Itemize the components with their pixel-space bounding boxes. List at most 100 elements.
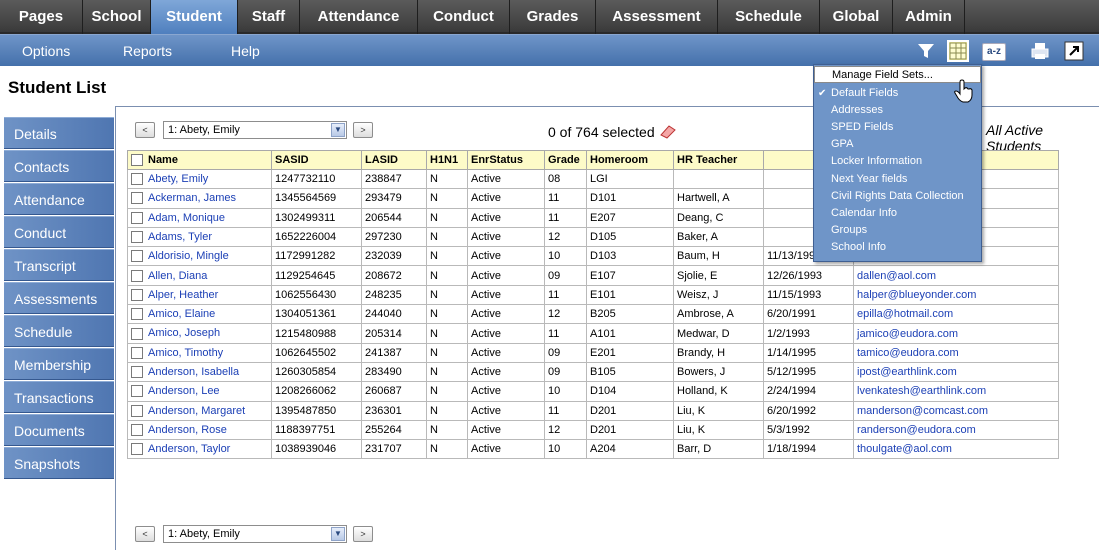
row-checkbox[interactable] [131, 366, 143, 379]
cell-email[interactable]: thoulgate@aol.com [853, 439, 1059, 460]
col-header-enrstatus[interactable]: EnrStatus [467, 150, 545, 170]
sidenav-item-membership[interactable]: Membership [4, 348, 114, 380]
cell-email[interactable]: halper@blueyonder.com [853, 284, 1059, 306]
tab-schedule[interactable]: Schedule [718, 0, 820, 34]
row-checkbox[interactable] [131, 269, 143, 282]
col-header-sasid[interactable]: SASID [271, 150, 362, 170]
chevron-down-icon[interactable]: ▼ [331, 123, 345, 137]
table-row[interactable]: Anderson, Rose 1188397751 255264 N Active 12 D… [127, 419, 1059, 441]
cell-email[interactable]: jamico@eudora.com [853, 323, 1059, 344]
row-checkbox[interactable] [131, 327, 143, 340]
col-header-hr-teacher[interactable]: HR Teacher [673, 150, 764, 170]
tab-global[interactable]: Global [820, 0, 893, 34]
tab-grades[interactable]: Grades [510, 0, 596, 34]
student-name-link[interactable]: Amico, Elaine [148, 308, 215, 320]
col-header-name[interactable]: Name [127, 150, 272, 170]
student-name-link[interactable]: Anderson, Margaret [148, 405, 245, 417]
cell-name[interactable]: Amico, Timothy [127, 342, 272, 363]
record-select-bottom[interactable]: 1: Abety, Emily ▼ [163, 525, 347, 543]
col-header-lasid[interactable]: LASID [361, 150, 427, 170]
popout-icon[interactable] [1063, 40, 1085, 62]
student-name-link[interactable]: Anderson, Taylor [148, 443, 230, 455]
menu-item-calendar-info[interactable]: Calendar Info [814, 205, 981, 222]
student-name-link[interactable]: Abety, Emily [148, 173, 208, 185]
row-checkbox[interactable] [131, 250, 143, 263]
prev-record-button-bottom[interactable]: < [135, 526, 155, 542]
menu-item-next-year-fields[interactable]: Next Year fields [814, 171, 981, 188]
table-row[interactable]: Alper, Heather 1062556430 248235 N Active 11 E… [127, 284, 1059, 306]
student-name-link[interactable]: Amico, Timothy [148, 347, 223, 359]
grid-icon[interactable] [947, 40, 969, 62]
cell-name[interactable]: Anderson, Taylor [127, 439, 272, 460]
cell-name[interactable]: Anderson, Lee [127, 381, 272, 402]
cell-email[interactable]: tamico@eudora.com [853, 342, 1059, 363]
sidenav-item-schedule[interactable]: Schedule [4, 315, 114, 347]
row-checkbox[interactable] [131, 404, 143, 417]
student-name-link[interactable]: Anderson, Isabella [148, 366, 239, 378]
cell-email[interactable]: ipost@earthlink.com [853, 361, 1059, 383]
sidenav-item-contacts[interactable]: Contacts [4, 150, 114, 182]
col-header-grade[interactable]: Grade [544, 150, 587, 170]
cell-name[interactable]: Adams, Tyler [127, 226, 272, 248]
eraser-icon[interactable] [659, 125, 677, 139]
student-name-link[interactable]: Anderson, Rose [148, 424, 227, 436]
sidenav-item-transactions[interactable]: Transactions [4, 381, 114, 413]
table-row[interactable]: Amico, Elaine 1304051361 244040 N Active 12 B2… [127, 304, 1059, 325]
record-select[interactable]: 1: Abety, Emily ▼ [163, 121, 347, 139]
col-header-h1n1[interactable]: H1N1 [426, 150, 468, 170]
menu-help[interactable]: Help [231, 35, 260, 67]
cell-name[interactable]: Allen, Diana [127, 265, 272, 286]
cell-name[interactable]: Amico, Joseph [127, 323, 272, 344]
tab-assessment[interactable]: Assessment [596, 0, 718, 34]
row-checkbox[interactable] [131, 173, 143, 186]
cell-name[interactable]: Anderson, Rose [127, 419, 272, 441]
cell-name[interactable]: Amico, Elaine [127, 304, 272, 325]
row-checkbox[interactable] [131, 192, 143, 205]
row-checkbox[interactable] [131, 211, 143, 224]
cell-email[interactable]: manderson@comcast.com [853, 400, 1059, 421]
tab-staff[interactable]: Staff [238, 0, 300, 34]
menu-item-sped-fields[interactable]: SPED Fields [814, 119, 981, 136]
sidenav-item-details[interactable]: Details [4, 117, 114, 149]
tab-pages[interactable]: Pages [0, 0, 83, 34]
menu-reports[interactable]: Reports [123, 35, 172, 67]
row-checkbox[interactable] [131, 346, 143, 359]
cell-name[interactable]: Ackerman, James [127, 188, 272, 209]
row-checkbox[interactable] [131, 443, 143, 456]
col-header-homeroom[interactable]: Homeroom [586, 150, 674, 170]
cell-email[interactable]: lvenkatesh@earthlink.com [853, 381, 1059, 402]
student-name-link[interactable]: Allen, Diana [148, 270, 207, 282]
select-all-checkbox[interactable] [131, 154, 143, 167]
student-name-link[interactable]: Adams, Tyler [148, 231, 212, 243]
menu-item-school-info[interactable]: School Info [814, 239, 981, 256]
cell-name[interactable]: Alper, Heather [127, 284, 272, 306]
filter-icon[interactable] [915, 40, 937, 62]
tab-conduct[interactable]: Conduct [418, 0, 510, 34]
tab-student[interactable]: Student [151, 0, 238, 34]
student-name-link[interactable]: Adam, Monique [148, 212, 225, 224]
menu-item-civil-rights[interactable]: Civil Rights Data Collection [814, 188, 981, 205]
student-name-link[interactable]: Alper, Heather [148, 289, 218, 301]
table-row[interactable]: Amico, Timothy 1062645502 241387 N Active 09 E… [127, 342, 1059, 363]
sidenav-item-assessments[interactable]: Assessments [4, 282, 114, 314]
student-name-link[interactable]: Ackerman, James [148, 192, 236, 204]
sidenav-item-snapshots[interactable]: Snapshots [4, 447, 114, 479]
menu-item-groups[interactable]: Groups [814, 222, 981, 239]
student-name-link[interactable]: Anderson, Lee [148, 385, 220, 397]
next-record-button[interactable]: > [353, 122, 373, 138]
menu-item-gpa[interactable]: GPA [814, 136, 981, 153]
row-checkbox[interactable] [131, 424, 143, 437]
table-row[interactable]: Anderson, Isabella 1260305854 283490 N Activ… [127, 361, 1059, 383]
sidenav-item-attendance[interactable]: Attendance [4, 183, 114, 215]
tab-attendance[interactable]: Attendance [300, 0, 418, 34]
cell-email[interactable]: dallen@aol.com [853, 265, 1059, 286]
cell-name[interactable]: Anderson, Margaret [127, 400, 272, 421]
print-icon[interactable] [1029, 40, 1051, 62]
sidenav-item-conduct[interactable]: Conduct [4, 216, 114, 248]
cell-name[interactable]: Aldorisio, Mingle [127, 246, 272, 267]
row-checkbox[interactable] [131, 385, 143, 398]
student-name-link[interactable]: Aldorisio, Mingle [148, 250, 229, 262]
tab-admin[interactable]: Admin [893, 0, 965, 34]
table-row[interactable]: Anderson, Taylor 1038939046 231707 N Active 1… [127, 439, 1059, 460]
menu-item-locker-information[interactable]: Locker Information [814, 153, 981, 170]
